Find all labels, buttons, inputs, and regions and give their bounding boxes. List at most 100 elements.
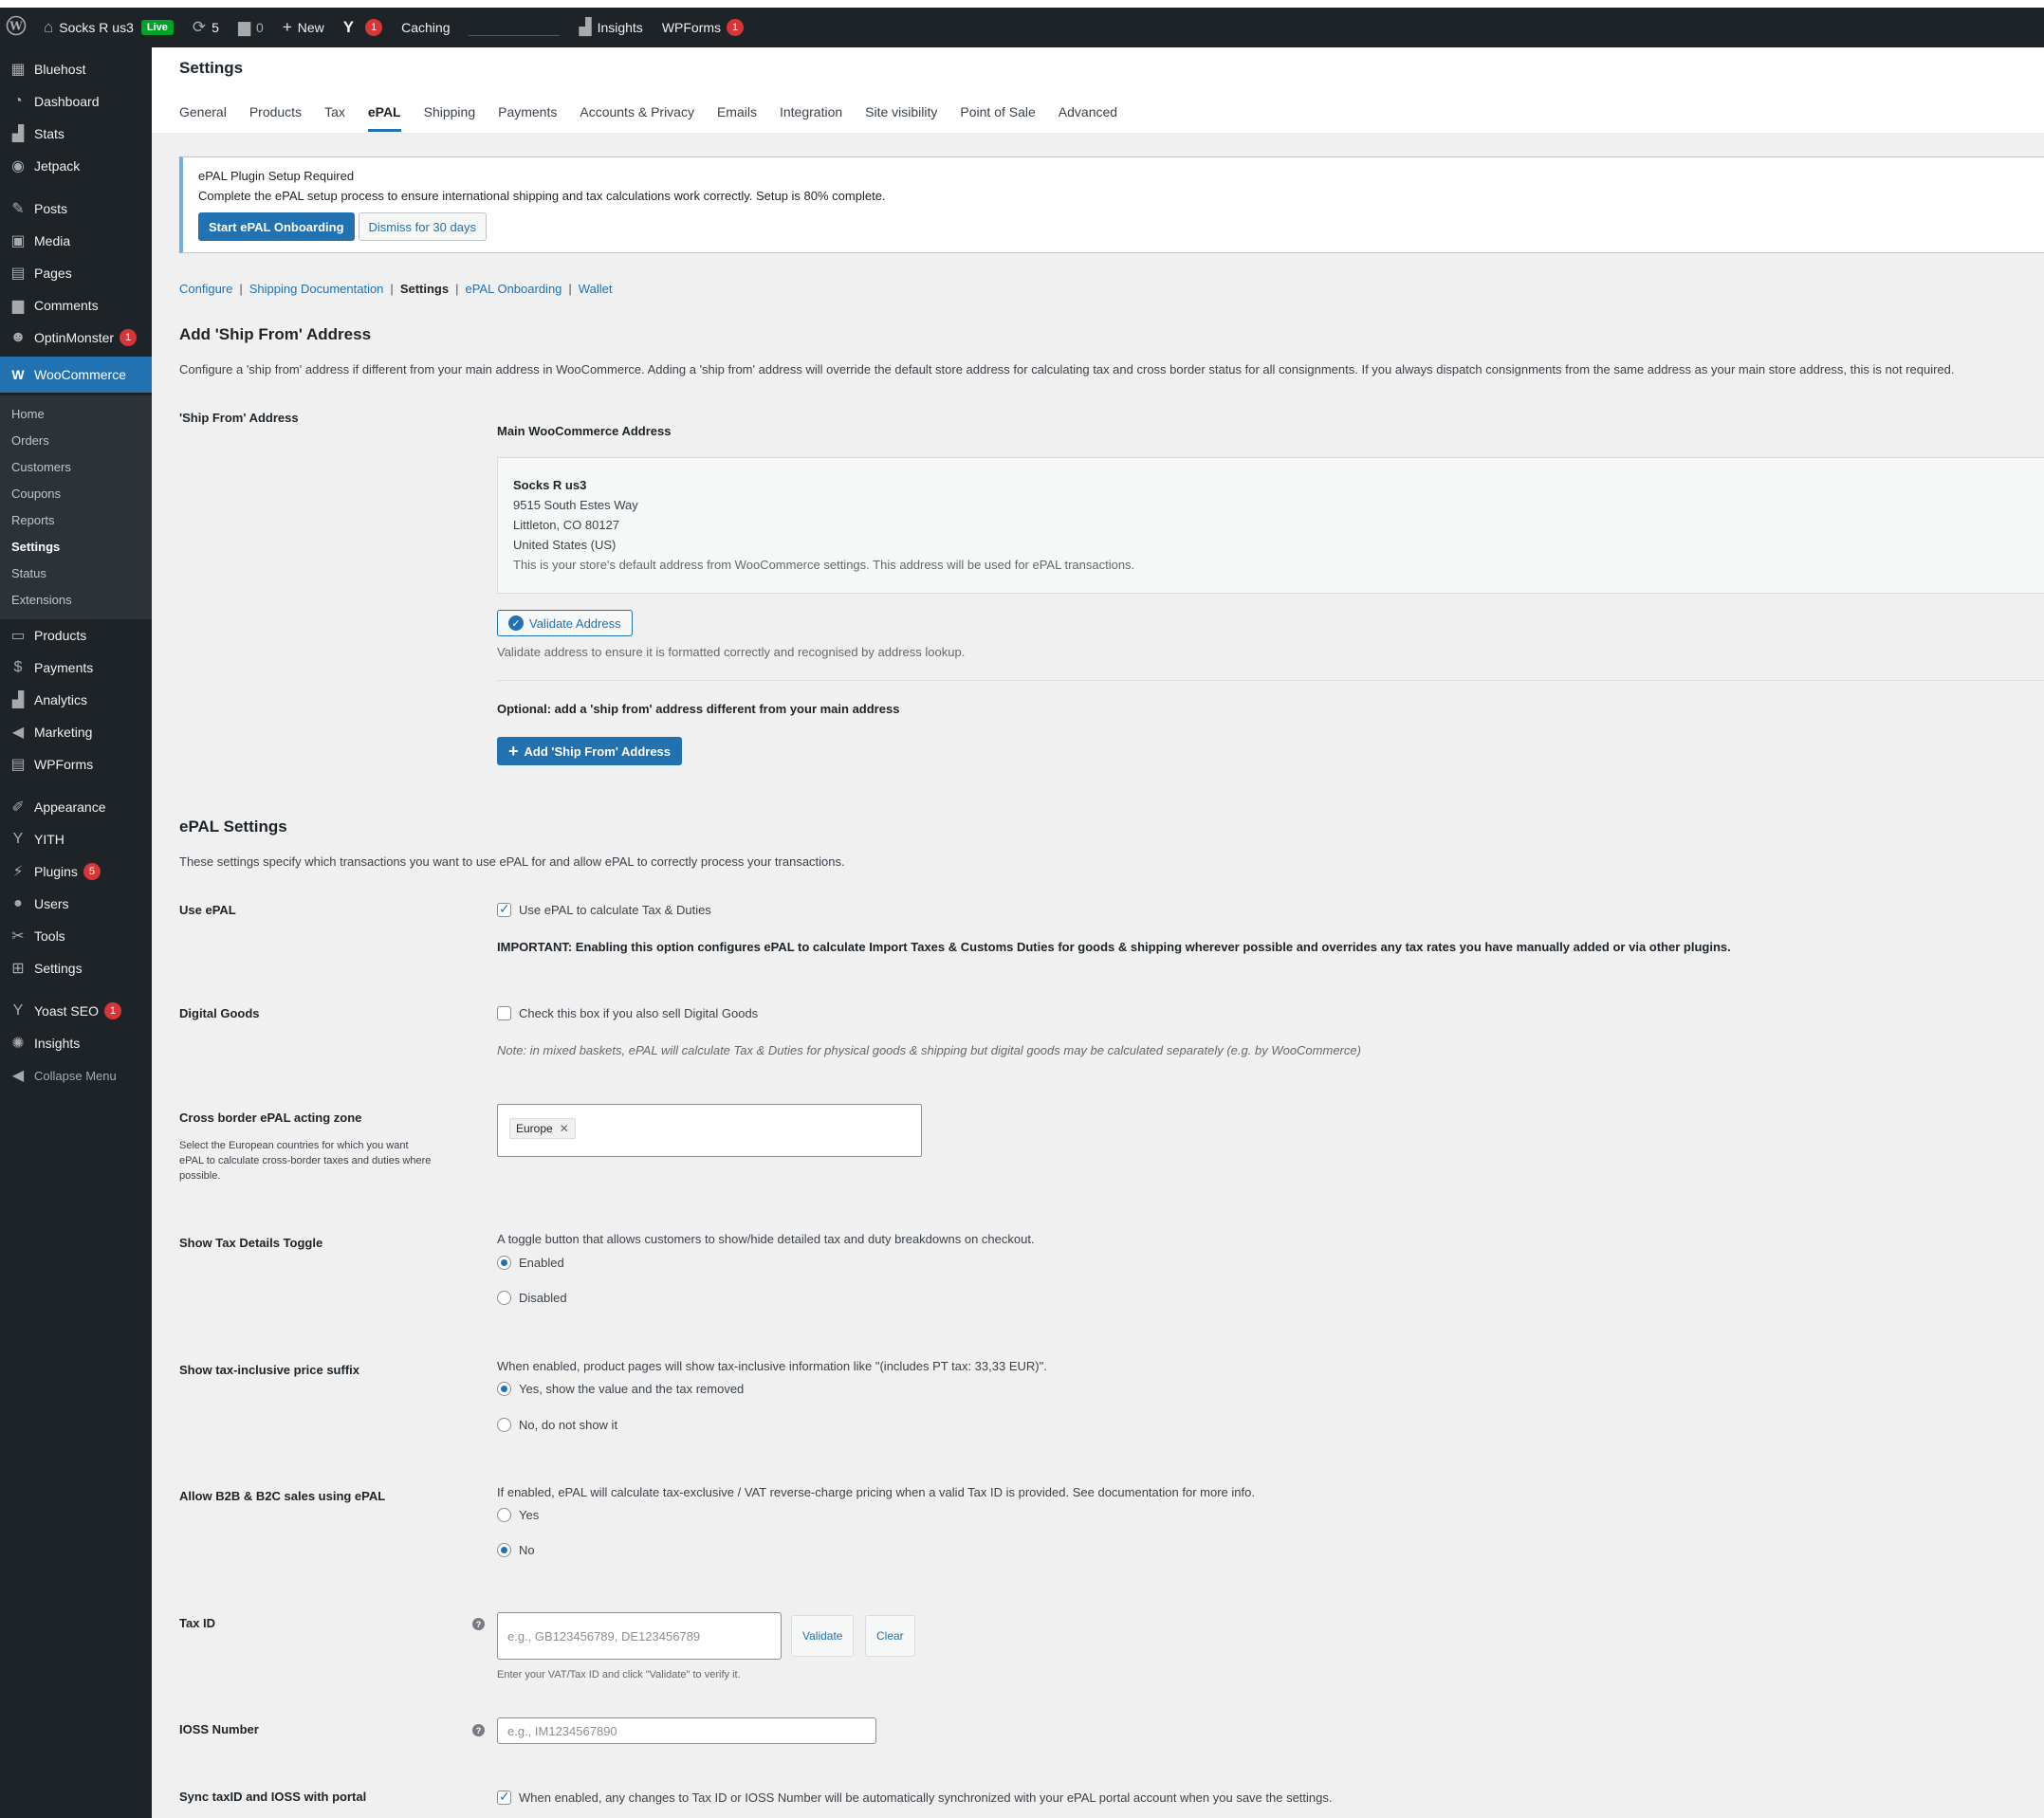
tab-shipping[interactable]: Shipping: [424, 104, 476, 132]
notice-title: ePAL Plugin Setup Required: [198, 169, 355, 183]
digital-goods-checkbox[interactable]: [497, 1006, 511, 1020]
zone-select[interactable]: Europe ✕: [497, 1104, 922, 1157]
tab-products[interactable]: Products: [249, 104, 302, 132]
radio-b2b-yes[interactable]: [497, 1508, 511, 1522]
sidebar-item-wpforms[interactable]: ▤ WPForms: [0, 748, 152, 780]
woocommerce-submenu: Home Orders Customers Coupons Reports Se…: [0, 395, 152, 619]
tab-accounts-privacy[interactable]: Accounts & Privacy: [580, 104, 694, 132]
sidebar-item-appearance[interactable]: ✐ Appearance: [0, 791, 152, 823]
wpforms-link[interactable]: WPForms 1: [653, 8, 753, 47]
b2b-option-no[interactable]: No: [497, 1543, 535, 1557]
tab-integration[interactable]: Integration: [780, 104, 842, 132]
sidebar-item-users[interactable]: ● Users: [0, 888, 152, 920]
sidebar-item-optinmonster[interactable]: ☻ OptinMonster 1: [0, 321, 152, 354]
use-epal-checkbox[interactable]: [497, 901, 511, 917]
marketing-icon: ◀: [11, 725, 25, 741]
submenu-extensions[interactable]: Extensions: [0, 587, 152, 614]
sidebar-item-stats[interactable]: ▟ Stats: [0, 118, 152, 150]
sidebar-item-pages[interactable]: ▤ Pages: [0, 257, 152, 289]
radio-suffix-no[interactable]: [497, 1418, 511, 1432]
price-suffix-option-no[interactable]: No, do not show it: [497, 1418, 617, 1432]
tab-site-visibility[interactable]: Site visibility: [865, 104, 937, 132]
sidebar-item-tools[interactable]: ✂ Tools: [0, 920, 152, 952]
sidebar-item-plugins[interactable]: ⚡ Plugins 5: [0, 855, 152, 888]
radio-enabled[interactable]: [497, 1256, 511, 1270]
sidebar-item-dashboard[interactable]: ◔ Dashboard: [0, 85, 152, 118]
subnav-onboarding[interactable]: ePAL Onboarding: [466, 282, 562, 296]
tax-id-clear-button[interactable]: Clear: [865, 1615, 915, 1657]
dismiss-notice-button[interactable]: Dismiss for 30 days: [358, 212, 487, 241]
remove-tag-icon[interactable]: ✕: [560, 1122, 569, 1135]
submenu-home[interactable]: Home: [0, 401, 152, 428]
radio-disabled[interactable]: [497, 1291, 511, 1305]
sidebar-item-jetpack[interactable]: ◉ Jetpack: [0, 150, 152, 182]
price-suffix-option-yes[interactable]: Yes, show the value and the tax removed: [497, 1382, 744, 1396]
tab-general[interactable]: General: [179, 104, 227, 132]
sidebar-item-posts[interactable]: ✎ Posts: [0, 193, 152, 225]
subnav-wallet[interactable]: Wallet: [579, 282, 613, 296]
caching-link[interactable]: Caching: [392, 8, 459, 47]
tab-tax[interactable]: Tax: [324, 104, 345, 132]
sidebar-item-payments[interactable]: $ Payments: [0, 652, 152, 684]
tab-epal[interactable]: ePAL: [367, 104, 401, 132]
subnav-configure[interactable]: Configure: [179, 282, 232, 296]
help-icon[interactable]: ?: [472, 1724, 485, 1736]
settings-tabs: General Products Tax ePAL Shipping Payme…: [179, 104, 1140, 132]
digital-goods-field: Check this box if you also sell Digital …: [497, 1006, 758, 1020]
sidebar-item-settings[interactable]: ⊞ Settings: [0, 952, 152, 984]
start-onboarding-button[interactable]: Start ePAL Onboarding: [198, 212, 355, 241]
sidebar-item-comments[interactable]: ▆ Comments: [0, 289, 152, 321]
radio-b2b-yes-label: Yes: [519, 1508, 540, 1522]
sidebar-item-analytics[interactable]: ▟ Analytics: [0, 684, 152, 716]
submenu-orders[interactable]: Orders: [0, 428, 152, 454]
tax-id-input[interactable]: e.g., GB123456789, DE123456789: [497, 1612, 782, 1660]
submenu-coupons[interactable]: Coupons: [0, 481, 152, 507]
submenu-customers[interactable]: Customers: [0, 454, 152, 481]
sidebar-item-yith[interactable]: Y YITH: [0, 823, 152, 855]
settings-header: Settings General Products Tax ePAL Shipp…: [152, 47, 2044, 133]
plugins-icon: ⚡: [12, 864, 24, 880]
tax-id-validate-button[interactable]: Validate: [791, 1615, 855, 1657]
tab-advanced[interactable]: Advanced: [1059, 104, 1117, 132]
price-suffix-desc: When enabled, product pages will show ta…: [497, 1359, 1047, 1373]
radio-suffix-yes[interactable]: [497, 1382, 511, 1396]
sidebar-item-woocommerce[interactable]: W WooCommerce: [0, 357, 152, 393]
admin-bar-search[interactable]: [469, 19, 561, 36]
tax-toggle-option-disabled[interactable]: Disabled: [497, 1291, 567, 1305]
submenu-status[interactable]: Status: [0, 560, 152, 587]
optional-ship-from-label: Optional: add a 'ship from' address diff…: [497, 702, 900, 716]
tax-toggle-label: Show Tax Details Toggle: [179, 1236, 323, 1250]
radio-b2b-no[interactable]: [497, 1543, 511, 1557]
sidebar-item-marketing[interactable]: ◀ Marketing: [0, 716, 152, 748]
radio-b2b-no-label: No: [519, 1543, 535, 1557]
tab-point-of-sale[interactable]: Point of Sale: [960, 104, 1035, 132]
radio-suffix-no-label: No, do not show it: [519, 1418, 618, 1432]
sidebar-item-insights[interactable]: ✺ Insights: [0, 1027, 152, 1059]
sync-checkbox[interactable]: [497, 1789, 511, 1805]
submenu-reports[interactable]: Reports: [0, 507, 152, 534]
sidebar-item-bluehost[interactable]: ▦ Bluehost: [0, 53, 152, 85]
subnav-shipping-docs[interactable]: Shipping Documentation: [249, 282, 384, 296]
site-name-link[interactable]: ⌂ Socks R us3 Live: [34, 8, 183, 47]
collapse-menu-button[interactable]: ◀ Collapse Menu: [0, 1059, 152, 1092]
new-content-link[interactable]: + New: [273, 8, 334, 47]
sidebar-item-products[interactable]: ▭ Products: [0, 619, 152, 652]
b2b-option-yes[interactable]: Yes: [497, 1508, 539, 1522]
tab-emails[interactable]: Emails: [717, 104, 757, 132]
comments-link[interactable]: ▆ 0: [229, 8, 273, 47]
home-icon: ⌂: [44, 18, 54, 36]
insights-link[interactable]: ▟ Insights: [569, 8, 652, 47]
page-title: Settings: [179, 59, 244, 77]
submenu-settings[interactable]: Settings: [0, 534, 152, 560]
sidebar-item-media[interactable]: ▣ Media: [0, 225, 152, 257]
sidebar-item-yoast[interactable]: Y Yoast SEO 1: [0, 995, 152, 1027]
wordpress-logo-button[interactable]: W: [0, 8, 34, 47]
help-icon[interactable]: ?: [472, 1618, 485, 1630]
validate-address-button[interactable]: ✓ Validate Address: [497, 610, 633, 636]
tax-toggle-option-enabled[interactable]: Enabled: [497, 1256, 564, 1270]
ioss-input[interactable]: e.g., IM1234567890: [497, 1717, 876, 1744]
tab-payments[interactable]: Payments: [498, 104, 557, 132]
updates-link[interactable]: ⟳ 5: [183, 8, 229, 47]
yoast-link[interactable]: Y 1: [334, 8, 392, 47]
add-ship-from-button[interactable]: + Add 'Ship From' Address: [497, 737, 683, 765]
